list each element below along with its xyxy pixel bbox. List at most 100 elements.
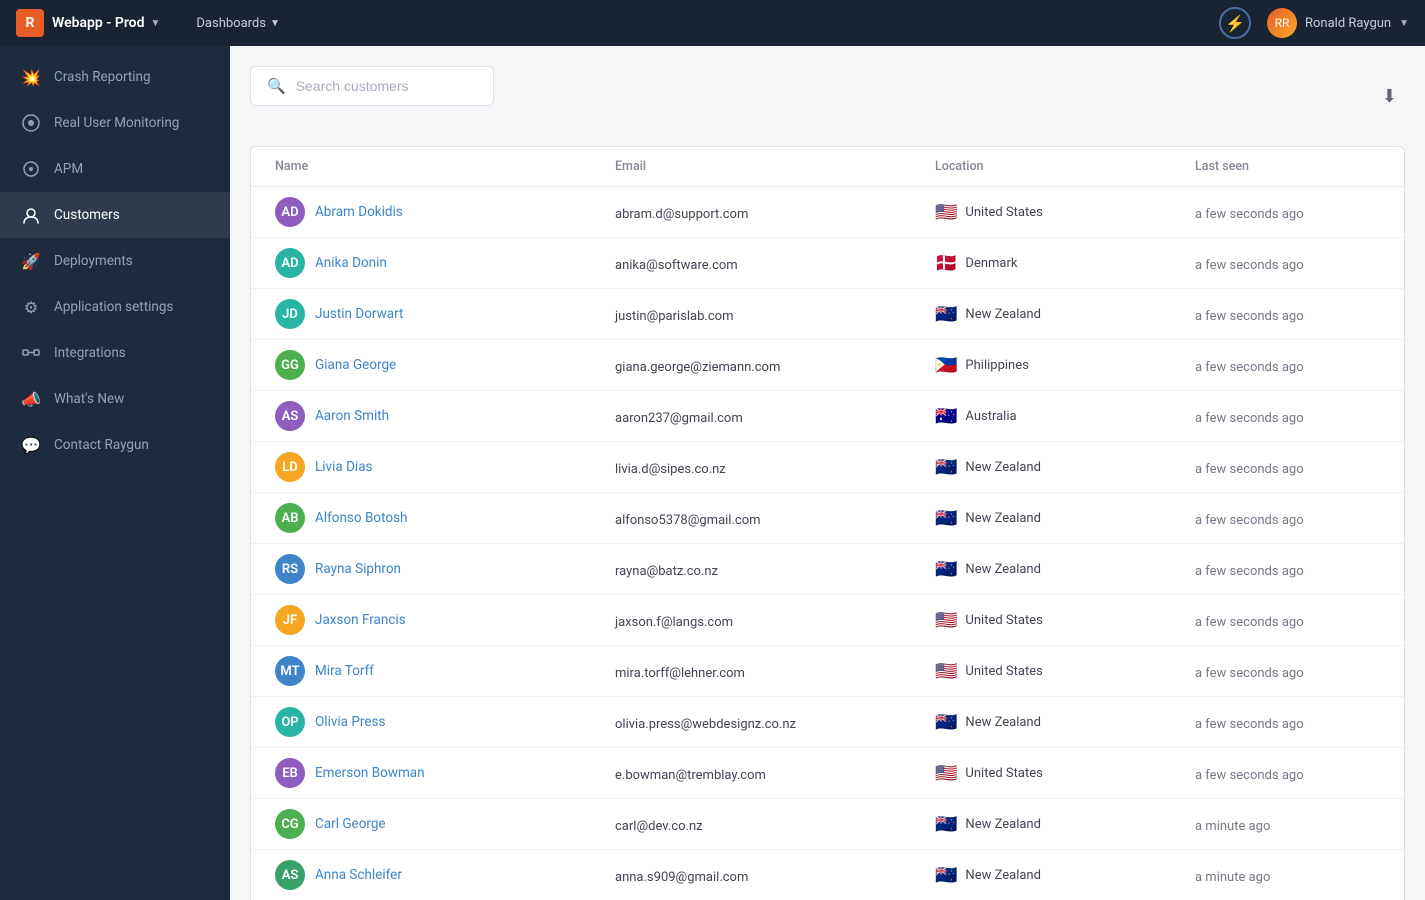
lastseen-cell: a few seconds ago (1195, 509, 1380, 528)
email-cell: aaron237@gmail.com (615, 407, 935, 426)
last-seen: a few seconds ago (1195, 411, 1304, 426)
user-caret-icon: ▼ (1399, 18, 1409, 29)
avatar: RR (1267, 8, 1297, 38)
sidebar-item-application-settings[interactable]: ⚙ Application settings (0, 284, 230, 330)
customer-name: Justin Dorwart (315, 306, 403, 322)
customer-email: anna.s909@gmail.com (615, 870, 748, 885)
table-row[interactable]: LD Livia Dias livia.d@sipes.co.nz 🇳🇿 New… (251, 442, 1404, 493)
name-cell: JD Justin Dorwart (275, 299, 615, 329)
name-cell: CG Carl George (275, 809, 615, 839)
sidebar-label-integrations: Integrations (54, 345, 126, 361)
lastseen-cell: a few seconds ago (1195, 662, 1380, 681)
table-row[interactable]: AS Anna Schleifer anna.s909@gmail.com 🇳🇿… (251, 850, 1404, 900)
flag-icon: 🇩🇰 (935, 253, 957, 274)
flag-icon: 🇵🇭 (935, 355, 957, 376)
sidebar-item-customers[interactable]: Customers (0, 192, 230, 238)
table-row[interactable]: AD Anika Donin anika@software.com 🇩🇰 Den… (251, 238, 1404, 289)
table-row[interactable]: AB Alfonso Botosh alfonso5378@gmail.com … (251, 493, 1404, 544)
flag-icon: 🇳🇿 (935, 457, 957, 478)
name-cell: OP Olivia Press (275, 707, 615, 737)
sidebar-item-contact-raygun[interactable]: 💬 Contact Raygun (0, 422, 230, 468)
content-area: 🔍 ⬇ Name Email Location Last seen AD Abr… (230, 46, 1425, 900)
apm-icon (20, 158, 42, 180)
sidebar-label-whats-new: What's New (54, 391, 124, 407)
sidebar: 💥 Crash Reporting Real User Monitoring A… (0, 46, 230, 900)
user-menu[interactable]: RR Ronald Raygun ▼ (1267, 8, 1409, 38)
sidebar-item-real-user-monitoring[interactable]: Real User Monitoring (0, 100, 230, 146)
table-row[interactable]: MT Mira Torff mira.torff@lehner.com 🇺🇸 U… (251, 646, 1404, 697)
content-header: 🔍 ⬇ (250, 66, 1405, 126)
app-selector[interactable]: Webapp - Prod ▼ (52, 15, 160, 31)
sidebar-label-apm: APM (54, 161, 83, 177)
location-text: New Zealand (965, 562, 1041, 577)
location-cell: 🇵🇭 Philippines (935, 355, 1195, 376)
last-seen: a minute ago (1195, 819, 1270, 834)
customer-email: e.bowman@tremblay.com (615, 768, 766, 783)
lastseen-cell: a few seconds ago (1195, 203, 1380, 222)
deployments-icon: 🚀 (20, 250, 42, 272)
table-row[interactable]: OP Olivia Press olivia.press@webdesignz.… (251, 697, 1404, 748)
table-row[interactable]: CG Carl George carl@dev.co.nz 🇳🇿 New Zea… (251, 799, 1404, 850)
customer-name: Olivia Press (315, 714, 385, 730)
settings-icon: ⚙ (20, 296, 42, 318)
sidebar-item-apm[interactable]: APM (0, 146, 230, 192)
sidebar-label-contact: Contact Raygun (54, 437, 149, 453)
last-seen: a few seconds ago (1195, 360, 1304, 375)
flag-icon: 🇺🇸 (935, 202, 957, 223)
customer-email: olivia.press@webdesignz.co.nz (615, 717, 796, 732)
table-header: Name Email Location Last seen (251, 147, 1404, 187)
customer-name: Carl George (315, 816, 386, 832)
location-text: United States (965, 205, 1042, 220)
email-cell: mira.torff@lehner.com (615, 662, 935, 681)
customer-email: livia.d@sipes.co.nz (615, 462, 726, 477)
download-button[interactable]: ⬇ (1374, 82, 1405, 111)
email-cell: e.bowman@tremblay.com (615, 764, 935, 783)
sidebar-label-rum: Real User Monitoring (54, 115, 179, 131)
customer-avatar: LD (275, 452, 305, 482)
customer-name: Anna Schleifer (315, 867, 402, 883)
sidebar-item-whats-new[interactable]: 📣 What's New (0, 376, 230, 422)
col-location: Location (935, 159, 1195, 174)
location-cell: 🇳🇿 New Zealand (935, 559, 1195, 580)
table-row[interactable]: GG Giana George giana.george@ziemann.com… (251, 340, 1404, 391)
customer-email: jaxson.f@langs.com (615, 615, 733, 630)
table-row[interactable]: AS Aaron Smith aaron237@gmail.com 🇦🇺 Aus… (251, 391, 1404, 442)
customer-name: Rayna Siphron (315, 561, 401, 577)
table-row[interactable]: RS Rayna Siphron rayna@batz.co.nz 🇳🇿 New… (251, 544, 1404, 595)
email-cell: justin@parislab.com (615, 305, 935, 324)
table-row[interactable]: EB Emerson Bowman e.bowman@tremblay.com … (251, 748, 1404, 799)
search-input[interactable] (296, 78, 477, 94)
topbar: R Webapp - Prod ▼ Dashboards ▼ ⚡ RR Rona… (0, 0, 1425, 46)
crash-reporting-icon: 💥 (20, 66, 42, 88)
flag-icon: 🇳🇿 (935, 865, 957, 886)
table-row[interactable]: JF Jaxson Francis jaxson.f@langs.com 🇺🇸 … (251, 595, 1404, 646)
location-text: United States (965, 664, 1042, 679)
location-text: New Zealand (965, 511, 1041, 526)
location-cell: 🇳🇿 New Zealand (935, 508, 1195, 529)
customer-name: Giana George (315, 357, 396, 373)
sidebar-item-crash-reporting[interactable]: 💥 Crash Reporting (0, 54, 230, 100)
email-cell: anika@software.com (615, 254, 935, 273)
location-cell: 🇳🇿 New Zealand (935, 814, 1195, 835)
table-row[interactable]: JD Justin Dorwart justin@parislab.com 🇳🇿… (251, 289, 1404, 340)
customer-email: aaron237@gmail.com (615, 411, 743, 426)
flag-icon: 🇦🇺 (935, 406, 957, 427)
flag-icon: 🇳🇿 (935, 304, 957, 325)
integrations-icon (20, 342, 42, 364)
customer-email: carl@dev.co.nz (615, 819, 703, 834)
lastseen-cell: a few seconds ago (1195, 254, 1380, 273)
location-text: New Zealand (965, 868, 1041, 883)
location-text: New Zealand (965, 307, 1041, 322)
location-cell: 🇦🇺 Australia (935, 406, 1195, 427)
topbar-dashboards[interactable]: Dashboards ▼ (184, 10, 292, 37)
sidebar-item-integrations[interactable]: Integrations (0, 330, 230, 376)
location-text: Philippines (965, 358, 1028, 373)
location-text: United States (965, 766, 1042, 781)
table-row[interactable]: AD Abram Dokidis abram.d@support.com 🇺🇸 … (251, 187, 1404, 238)
lightning-button[interactable]: ⚡ (1219, 7, 1251, 39)
location-cell: 🇳🇿 New Zealand (935, 457, 1195, 478)
lastseen-cell: a minute ago (1195, 866, 1380, 885)
location-text: New Zealand (965, 817, 1041, 832)
whats-new-icon: 📣 (20, 388, 42, 410)
sidebar-item-deployments[interactable]: 🚀 Deployments (0, 238, 230, 284)
